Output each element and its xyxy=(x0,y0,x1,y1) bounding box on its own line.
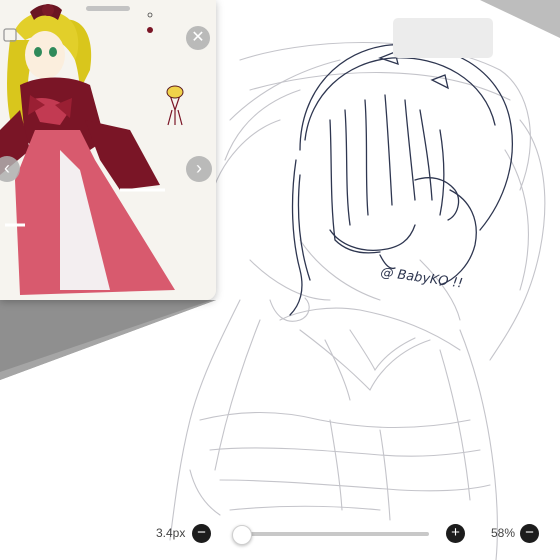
minus-icon: − xyxy=(525,524,534,541)
brush-size-slider[interactable] xyxy=(231,525,429,545)
bottom-toolbar: 3.4px − + 58% − xyxy=(0,516,560,552)
brush-size-increase-button[interactable]: + xyxy=(446,524,465,543)
reference-drag-handle[interactable] xyxy=(86,6,130,11)
top-toolbar-placeholder xyxy=(393,18,493,58)
reference-window[interactable]: ✕ ‹ › xyxy=(0,0,216,300)
brush-size-decrease-button[interactable]: − xyxy=(192,524,211,543)
brush-size-slider-knob[interactable] xyxy=(231,525,252,545)
minus-icon: − xyxy=(197,524,206,541)
signature-text: @ BabyKO !! xyxy=(379,265,463,291)
plus-icon: + xyxy=(451,524,460,541)
zoom-level-label: 58% xyxy=(491,526,516,540)
close-icon[interactable]: ✕ xyxy=(186,26,210,50)
chevron-right-icon[interactable]: › xyxy=(186,156,212,182)
zoom-out-button[interactable]: − xyxy=(520,524,539,543)
brush-size-label: 3.4px xyxy=(156,526,186,540)
reference-image xyxy=(0,0,216,300)
resize-icon[interactable] xyxy=(3,28,17,42)
